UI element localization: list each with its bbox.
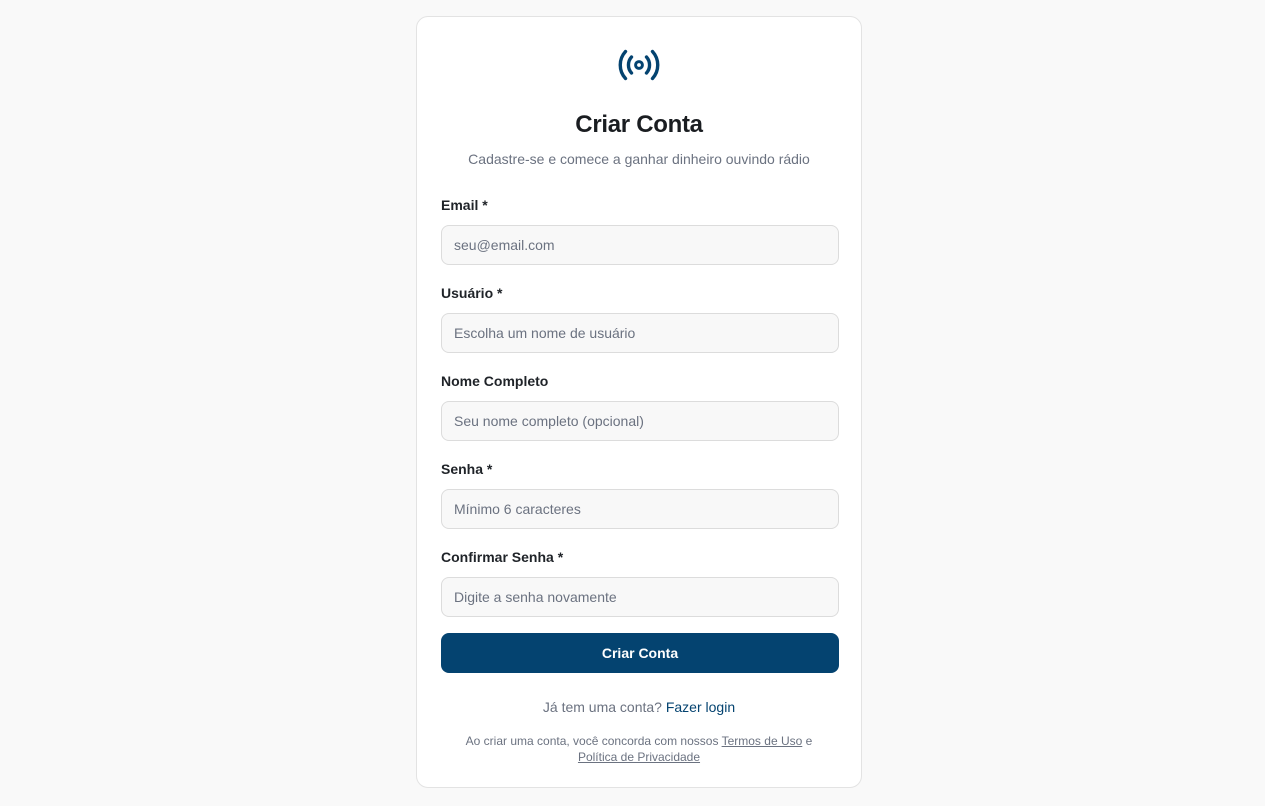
- full-name-label: Nome Completo: [441, 373, 549, 389]
- logo: [417, 45, 861, 85]
- password-label: Senha *: [441, 461, 493, 477]
- confirm-password-label: Confirmar Senha *: [441, 549, 564, 565]
- password-field[interactable]: [441, 489, 839, 529]
- page-title: Criar Conta: [575, 111, 703, 138]
- login-link[interactable]: Fazer login: [666, 699, 735, 715]
- terms-prefix-text: Ao criar uma conta, você concorda com no…: [465, 734, 719, 748]
- login-prompt-text: Já tem uma conta?: [542, 699, 662, 715]
- full-name-field[interactable]: [441, 401, 839, 441]
- username-label: Usuário *: [441, 285, 503, 301]
- create-account-button[interactable]: Criar Conta: [441, 633, 839, 673]
- username-field[interactable]: [441, 313, 839, 353]
- terms-notice: Ao criar uma conta, você concorda com no…: [441, 733, 837, 765]
- radio-broadcast-icon: [618, 49, 660, 81]
- terms-link[interactable]: Termos de Uso: [722, 734, 803, 748]
- terms-joiner-text: e: [805, 734, 813, 748]
- signup-card: Criar Conta Cadastre-se e comece a ganha…: [416, 16, 862, 788]
- email-label: Email *: [441, 197, 488, 213]
- page-subtitle: Cadastre-se e comece a ganhar dinheiro o…: [468, 151, 810, 167]
- privacy-link[interactable]: Política de Privacidade: [578, 750, 700, 764]
- login-prompt: Já tem uma conta? Fazer login: [417, 699, 861, 715]
- confirm-password-field[interactable]: [441, 577, 839, 617]
- email-field[interactable]: [441, 225, 839, 265]
